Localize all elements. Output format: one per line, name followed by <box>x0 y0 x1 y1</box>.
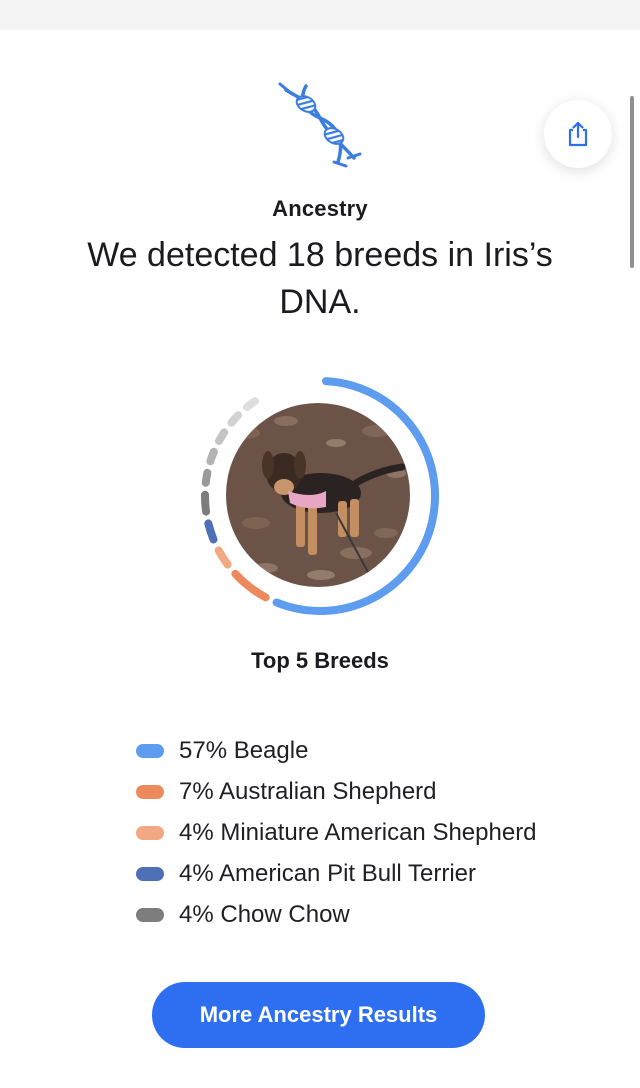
share-button[interactable] <box>544 100 612 168</box>
legend-item: 7% Australian Shepherd <box>136 771 596 812</box>
page-title: We detected 18 breeds in Iris’s DNA. <box>87 236 553 321</box>
legend-swatch <box>136 866 164 881</box>
legend-label: 57% Beagle <box>179 736 309 764</box>
legend-label: 4% Miniature American Shepherd <box>179 818 537 846</box>
dna-icon <box>272 78 364 170</box>
donut-segment-other-breed <box>215 428 229 445</box>
donut-segment-other-breed <box>227 411 243 427</box>
donut-segment-other-breed <box>243 397 260 412</box>
donut-segment-miniature-american-shepherd <box>214 546 232 569</box>
dog-photo <box>226 403 410 587</box>
top-status-strip <box>0 0 640 30</box>
more-ancestry-results-button[interactable]: More Ancestry Results <box>152 982 485 1048</box>
legend-swatch <box>136 784 164 799</box>
legend-label: 7% Australian Shepherd <box>179 777 437 805</box>
donut-segment-australian-shepherd <box>231 569 270 602</box>
legend-item: 57% Beagle <box>136 730 596 771</box>
legend-item: 4% Miniature American Shepherd <box>136 812 596 853</box>
share-icon <box>568 121 588 147</box>
donut-segment-chow-chow <box>201 490 211 516</box>
donut-segment-other-breed <box>206 447 218 466</box>
top-breeds-list: 57% Beagle 7% Australian Shepherd 4% Minia… <box>136 730 596 935</box>
legend-swatch <box>136 907 164 922</box>
legend-label: 4% American Pit Bull Terrier <box>179 859 476 887</box>
donut-segment-other-breed <box>201 468 212 487</box>
legend-item: 4% American Pit Bull Terrier <box>136 853 596 894</box>
legend-item: 4% Chow Chow <box>136 894 596 935</box>
section-label: Ancestry <box>272 196 368 221</box>
top-breeds-title: Top 5 Breeds <box>251 648 389 673</box>
legend-swatch <box>136 825 164 840</box>
donut-segment-american-pit-bull-terrier <box>204 519 218 544</box>
legend-label: 4% Chow Chow <box>179 900 350 928</box>
scrollbar[interactable] <box>630 96 634 268</box>
legend-swatch <box>136 743 164 758</box>
